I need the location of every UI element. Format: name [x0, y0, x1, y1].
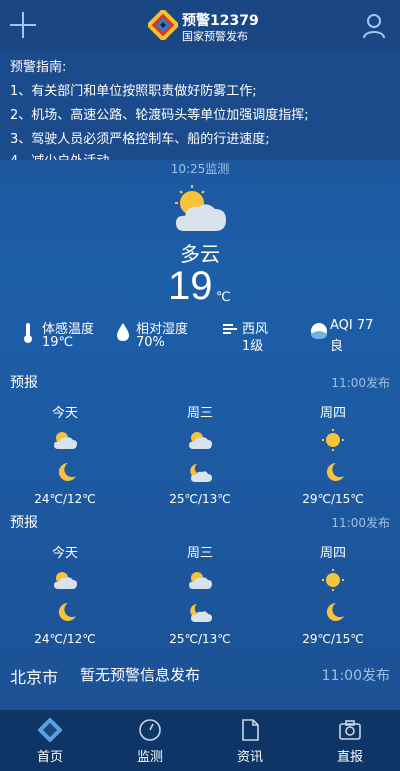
forecast-title: 预报: [10, 375, 38, 391]
partly-cloudy-icon: [189, 432, 212, 449]
thermometer-icon: [24, 323, 32, 343]
brand-subtitle: 国家预警发布: [182, 30, 248, 43]
day-name: 周三: [186, 546, 213, 561]
gauge-icon: [139, 719, 161, 741]
forecast-day[interactable]: 今天 24℃/12℃: [20, 542, 110, 646]
partly-cloudy-icon: [54, 572, 77, 589]
temp-range: 24℃/12℃: [34, 492, 96, 506]
moon-icon: [58, 462, 76, 481]
day-name: 周三: [186, 406, 213, 421]
day-name: 今天: [51, 406, 78, 421]
wind-icon: [223, 324, 237, 334]
forecast-title: 预报: [10, 515, 38, 531]
temp-range: 29℃/15℃: [302, 492, 364, 506]
temp-range: 29℃/15℃: [302, 632, 364, 646]
forecast-day[interactable]: 周四 29℃/15℃: [288, 402, 378, 506]
humidity-value: 70%: [136, 335, 165, 350]
tab-report[interactable]: 直报: [300, 710, 400, 771]
bottom-tab-bar: 首页 监测 资讯 直报: [0, 710, 400, 771]
guide-line: 1、有关部门和单位按照职责做好防雾工作;: [10, 84, 257, 99]
forecast-day[interactable]: 今天 24℃/12℃: [20, 402, 110, 506]
document-icon: [242, 719, 259, 741]
partly-cloudy-icon: [189, 572, 212, 589]
aqi-label: AQI 77: [330, 318, 374, 333]
tab-label: 监测: [136, 750, 163, 765]
day-name: 今天: [51, 546, 78, 561]
guide-title: 预警指南:: [10, 60, 67, 75]
tab-news[interactable]: 资讯: [200, 710, 300, 771]
tab-label: 直报: [336, 750, 363, 765]
forecast-day[interactable]: 周三 25℃/13℃: [155, 402, 245, 506]
tab-home[interactable]: 首页: [0, 710, 100, 771]
forecast-day[interactable]: 周四 29℃/15℃: [288, 542, 378, 646]
warning-guide: 预警指南: 1、有关部门和单位按照职责做好防雾工作; 2、机场、高速公路、轮渡码…: [0, 52, 400, 160]
tab-label: 首页: [36, 750, 63, 765]
alert-time: 11:00发布: [321, 668, 390, 684]
partly-cloudy-icon: [175, 185, 226, 231]
guide-line: 3、驾驶人员必须严格控制车、船的行进速度;: [10, 132, 270, 147]
sunny-icon: [322, 429, 344, 451]
alert-message: 暂无预警信息发布: [80, 666, 201, 684]
monitor-time: 10:25监测: [170, 162, 230, 176]
moon-icon: [58, 602, 76, 621]
camera-icon: [339, 720, 361, 740]
city-alert-bar[interactable]: 北京市 暂无预警信息发布 11:00发布: [0, 656, 400, 696]
aqi-value: 良: [330, 339, 344, 354]
aqi-icon: [311, 323, 327, 339]
wind-value: 1级: [242, 339, 264, 354]
cloudy-night-icon: [190, 604, 212, 622]
tab-label: 资讯: [236, 750, 263, 765]
forecast-time: 11:00发布: [331, 516, 390, 530]
day-name: 周四: [319, 406, 346, 421]
brand-mark-icon: [148, 10, 178, 40]
temp-range: 24℃/12℃: [34, 632, 96, 646]
top-bar: 预警12379 国家预警发布: [0, 0, 400, 52]
cloudy-night-icon: [190, 464, 212, 482]
day-name: 周四: [319, 546, 346, 561]
humidity-icon: [117, 323, 129, 341]
guide-line: 2、机场、高速公路、轮渡码头等单位加强调度指挥;: [10, 108, 309, 123]
moon-icon: [326, 462, 344, 481]
feels-like-value: 19℃: [42, 335, 74, 350]
moon-icon: [326, 602, 344, 621]
temp-range: 25℃/13℃: [169, 632, 231, 646]
partly-cloudy-icon: [54, 432, 77, 449]
forecast-day[interactable]: 周三 25℃/13℃: [155, 542, 245, 646]
forecast-time: 11:00发布: [331, 376, 390, 390]
weather-description: 多云: [180, 242, 220, 266]
guide-line: 4、减少户外活动。: [10, 150, 122, 160]
user-icon[interactable]: [362, 13, 386, 39]
current-temperature: 19: [168, 264, 213, 308]
sunny-icon: [322, 569, 344, 591]
tab-monitor[interactable]: 监测: [100, 710, 200, 771]
temperature-unit: ℃: [216, 290, 231, 305]
temp-range: 25℃/13℃: [169, 492, 231, 506]
city-name: 北京市: [10, 668, 59, 687]
home-icon: [38, 718, 62, 742]
brand-title: 预警12379: [182, 13, 259, 29]
add-icon[interactable]: [8, 10, 38, 40]
